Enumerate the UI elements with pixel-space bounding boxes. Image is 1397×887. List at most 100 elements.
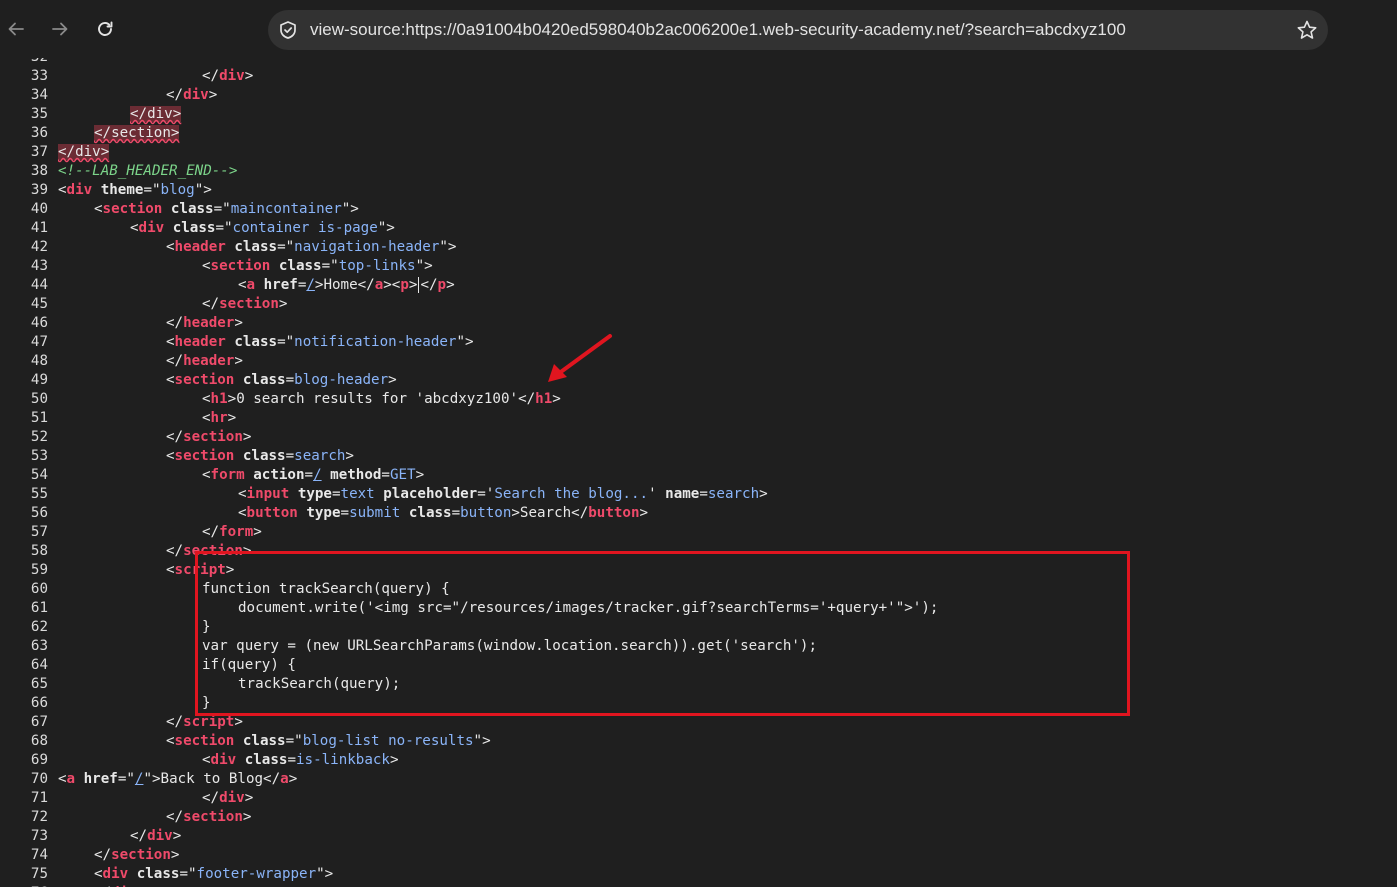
code-token: class: [244, 752, 288, 768]
source-line: 57 </form>: [0, 523, 1397, 542]
code-token: search: [294, 448, 346, 464]
code-token: <: [238, 505, 247, 521]
forward-button[interactable]: [44, 13, 76, 45]
code-token: form: [210, 467, 245, 483]
line-content: </section>: [166, 428, 251, 447]
source-line: 39 <div theme="blog">: [0, 181, 1397, 200]
code-token: </: [166, 809, 184, 825]
code-token: maincontainer: [230, 201, 342, 217]
source-line: 72 </section>: [0, 808, 1397, 827]
back-button[interactable]: [0, 13, 32, 45]
site-info-button[interactable]: [277, 19, 299, 41]
code-token: </: [166, 543, 184, 559]
source-line: 56 <button type=submit class=button>Searc…: [0, 504, 1397, 523]
code-token: button: [246, 505, 298, 521]
code-token: section: [183, 543, 243, 559]
code-token: >: [552, 391, 561, 407]
line-number: 58: [30, 543, 48, 559]
code-token: GET: [389, 467, 416, 483]
line-content: </form>: [202, 523, 262, 542]
source-line: 55 <input type=text placeholder='Search t…: [0, 485, 1397, 504]
code-token: class: [242, 448, 286, 464]
code-token: >: [227, 410, 237, 426]
code-token: >: [253, 524, 262, 540]
source-line: 50 <h1>0 search results for 'abcdxyz100'<…: [0, 390, 1397, 409]
code-token: </: [571, 505, 589, 521]
code-token: >: [408, 277, 418, 293]
code-token: =: [340, 505, 350, 521]
code-token: function trackSearch(query) {: [202, 581, 450, 597]
code-token: >: [225, 562, 235, 578]
url-text[interactable]: view-source:https://0a91004b0420ed598040…: [310, 10, 1126, 50]
line-number: 42: [30, 239, 48, 255]
code-token: class: [136, 866, 180, 882]
line-content: <input type=text placeholder='Search the…: [238, 485, 768, 504]
address-bar[interactable]: view-source:https://0a91004b0420ed598040…: [268, 10, 1328, 50]
code-token: theme: [100, 182, 144, 198]
line-number: 73: [30, 828, 48, 844]
code-token: <: [58, 182, 67, 198]
code-token: </: [94, 847, 112, 863]
code-token: </: [166, 429, 184, 445]
source-line: 66}: [0, 694, 1397, 713]
line-content: </section>: [166, 542, 251, 561]
code-token: =": [179, 866, 197, 882]
line-content: <div class=is-linkback>: [202, 751, 399, 770]
line-content: </div>: [58, 143, 110, 162]
source-line: 40 <section class="maincontainer">: [0, 200, 1397, 219]
source-line: 68 <section class="blog-list no-results">: [0, 732, 1397, 751]
code-token: }: [202, 695, 211, 711]
line-number: 47: [30, 334, 48, 350]
source-line: 59 <script>: [0, 561, 1397, 580]
source-line: 54 <form action=/ method=GET>: [0, 466, 1397, 485]
line-content: </section>: [166, 808, 251, 827]
line-content: <div class="footer-wrapper">: [94, 865, 333, 884]
code-token: class: [234, 334, 278, 350]
code-token: =: [699, 486, 708, 502]
reload-button[interactable]: [89, 13, 121, 45]
code-token: class: [242, 733, 286, 749]
code-token: container is-page: [232, 220, 378, 236]
code-token: a: [246, 277, 256, 293]
source-line: 37 </div>: [0, 143, 1397, 162]
code-token: <: [238, 277, 247, 293]
code-token: </: [166, 353, 184, 369]
line-number: 52: [30, 429, 48, 445]
code-token: <: [166, 372, 175, 388]
code-token: Search the blog...: [494, 486, 649, 502]
code-token: <: [202, 258, 211, 274]
source-line: 62}: [0, 618, 1397, 637]
code-token: </: [130, 828, 148, 844]
code-token: <!--LAB_HEADER_END-->: [58, 163, 238, 179]
code-token: ><: [383, 277, 401, 293]
line-number: 44: [30, 277, 48, 293]
code-token: </: [357, 277, 375, 293]
bookmark-button[interactable]: [1296, 19, 1318, 41]
line-content: function trackSearch(query) {: [202, 580, 450, 599]
code-token: section: [183, 429, 243, 445]
code-token: </div>: [130, 106, 182, 122]
source-line: 43 <section class="top-links">: [0, 257, 1397, 276]
source-line: 61 document.write('<img src="/resources/i…: [0, 599, 1397, 618]
code-token: header: [174, 334, 226, 350]
source-link[interactable]: /: [306, 277, 315, 293]
code-token: class: [242, 372, 286, 388]
line-content: <h1>0 search results for 'abcdxyz100'</h…: [202, 390, 561, 409]
line-number: 71: [30, 790, 48, 806]
code-token: type: [306, 505, 341, 521]
code-token: div: [219, 790, 245, 806]
code-token: div: [219, 68, 245, 84]
code-token: >: [234, 353, 243, 369]
code-token: >: [278, 296, 288, 312]
code-token: </: [420, 277, 438, 293]
source-link[interactable]: /: [313, 467, 322, 483]
code-token: </: [202, 296, 220, 312]
line-content: <div theme="blog">: [58, 181, 212, 200]
line-number: 50: [30, 391, 48, 407]
code-token: <: [238, 486, 247, 502]
